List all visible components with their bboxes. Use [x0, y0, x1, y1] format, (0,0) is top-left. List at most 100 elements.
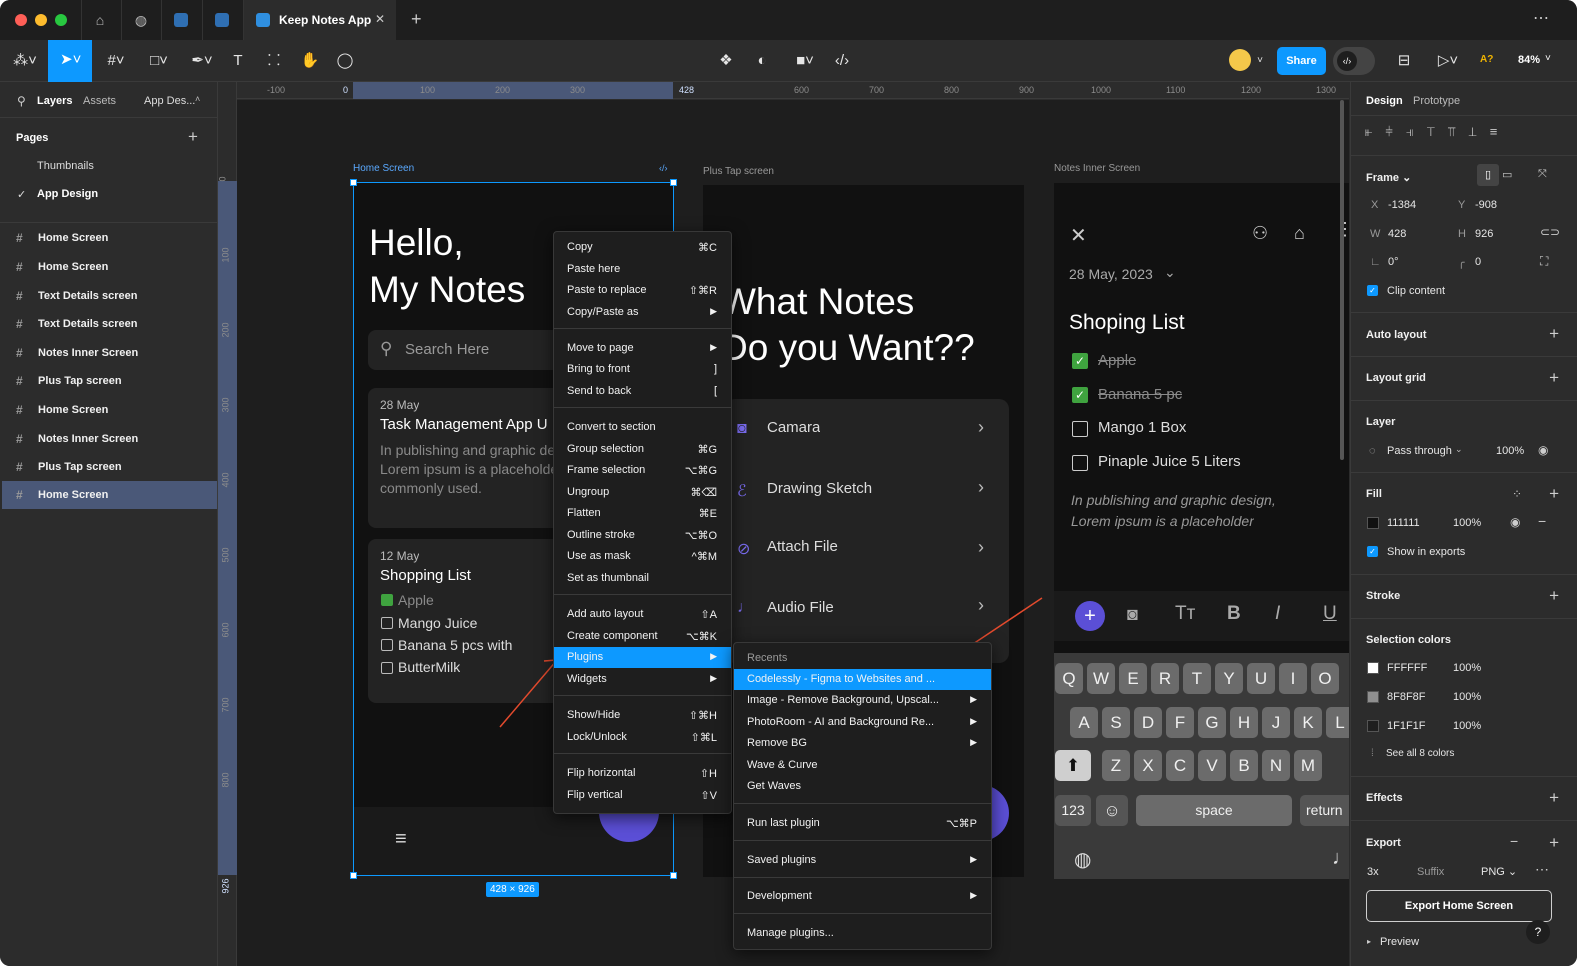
layer-opacity[interactable]: 100% [1496, 445, 1524, 457]
home-icon[interactable]: ⌂ [92, 12, 108, 28]
radius-field[interactable]: 0 [1475, 256, 1481, 268]
help-icon[interactable]: ? [1526, 920, 1550, 944]
plugin-item-photoroom[interactable]: PhotoRoom - AI and Background Re... ▶ [734, 712, 991, 733]
boolean-icon[interactable]: ■˅ [790, 50, 820, 72]
dev-mode-toggle[interactable]: ‹/› [1333, 47, 1375, 75]
eye-icon[interactable]: ◉ [1538, 443, 1548, 457]
menu-item-frame-selection[interactable]: Frame selection ⌥⌘G [554, 460, 731, 481]
frame-tool-icon[interactable]: #˅ [102, 50, 130, 72]
layer-item[interactable]: # Notes Inner Screen [2, 339, 217, 367]
landscape-icon[interactable]: ▭ [1502, 168, 1512, 181]
comment-tool-icon[interactable]: ◯ [335, 50, 355, 72]
color-hex[interactable]: FFFFFF [1387, 662, 1427, 674]
layer-item[interactable]: # Text Details screen [2, 310, 217, 338]
add-layout-grid-icon[interactable]: + [1549, 369, 1559, 386]
resources-icon[interactable]: ⸬ [264, 50, 284, 72]
color-opacity[interactable]: 100% [1453, 662, 1481, 674]
plugin-item-saved[interactable]: Saved plugins ▶ [734, 850, 991, 871]
plugin-item-image-remove-bg[interactable]: Image - Remove Background, Upscal... ▶ [734, 690, 991, 711]
globe-icon[interactable]: ◍ [133, 12, 149, 28]
maximize-window-button[interactable] [55, 14, 67, 26]
remove-fill-icon[interactable]: − [1538, 513, 1546, 529]
styles-icon[interactable]: ⁘ [1512, 487, 1522, 501]
plugin-item-wave-curve[interactable]: Wave & Curve [734, 755, 991, 776]
layer-item[interactable]: # Text Details screen [2, 282, 217, 310]
menu-item-copy-paste-as[interactable]: Copy/Paste as ▶ [554, 302, 731, 323]
menu-item-flip-horizontal[interactable]: Flip horizontal ⇧H [554, 763, 731, 784]
close-tab-icon[interactable]: ✕ [375, 12, 385, 26]
tab-assets[interactable]: Assets [83, 95, 116, 107]
menu-item-add-auto-layout[interactable]: Add auto layout ⇧A [554, 604, 731, 625]
chevron-down-icon[interactable]: ˅ [1545, 53, 1551, 64]
share-button[interactable]: Share [1277, 47, 1326, 75]
plugin-item-run-last[interactable]: Run last plugin ⌥⌘P [734, 813, 991, 834]
menu-item-show-hide[interactable]: Show/Hide ⇧⌘H [554, 705, 731, 726]
x-field[interactable]: -1384 [1388, 199, 1416, 211]
color-swatch[interactable] [1367, 662, 1379, 674]
eye-icon[interactable]: ◉ [1510, 515, 1520, 529]
page-item-app-design[interactable]: App Design [37, 188, 98, 200]
y-field[interactable]: -908 [1475, 199, 1497, 211]
chevron-up-icon[interactable]: ˄ [195, 94, 200, 104]
chevron-right-icon[interactable]: ▸ [1367, 937, 1371, 946]
menu-item-paste-here[interactable]: Paste here [554, 259, 731, 280]
plugin-item-manage[interactable]: Manage plugins... [734, 923, 991, 944]
file-tab-icon[interactable] [215, 13, 229, 27]
export-button[interactable]: Export Home Screen [1366, 890, 1552, 922]
constrain-proportions-icon[interactable]: ⊂⊃ [1540, 225, 1560, 239]
menu-item-flip-vertical[interactable]: Flip vertical ⇧V [554, 785, 731, 806]
layer-item[interactable]: # Home Screen [2, 396, 217, 424]
export-format-select[interactable]: PNG ⌄ [1481, 865, 1517, 878]
chevron-down-icon[interactable]: ˅ [1254, 50, 1266, 72]
tab-prototype[interactable]: Prototype [1413, 95, 1460, 107]
color-opacity[interactable]: 100% [1453, 691, 1481, 703]
dev-mode-icon[interactable]: ‹/› [831, 50, 853, 72]
new-tab-button[interactable]: + [411, 9, 422, 30]
menu-item-flatten[interactable]: Flatten ⌘E [554, 503, 731, 524]
shape-tool-icon[interactable]: □˅ [144, 50, 174, 72]
search-icon[interactable]: ⚲ [17, 94, 26, 108]
fill-swatch[interactable] [1367, 517, 1379, 529]
menu-item-create-component[interactable]: Create component ⌥⌘K [554, 626, 731, 647]
menu-item-group-selection[interactable]: Group selection ⌘G [554, 439, 731, 460]
color-hex[interactable]: 8F8F8F [1387, 691, 1426, 703]
present-icon[interactable]: ▷˅ [1434, 50, 1462, 72]
layer-item[interactable]: # Plus Tap screen [2, 453, 217, 481]
menu-item-move-to-page[interactable]: Move to page ▶ [554, 338, 731, 359]
layer-item[interactable]: # Home Screen [2, 224, 217, 252]
clip-content-checkbox[interactable]: ✓ [1367, 285, 1378, 296]
plugin-item-get-waves[interactable]: Get Waves [734, 776, 991, 797]
layer-item[interactable]: # Notes Inner Screen [2, 425, 217, 453]
file-tab-icon[interactable] [174, 13, 188, 27]
color-swatch[interactable] [1367, 691, 1379, 703]
layer-item[interactable]: # Home Screen [2, 253, 217, 281]
main-menu-icon[interactable]: ⁂˅ [12, 50, 38, 72]
preview-toggle[interactable]: Preview [1380, 936, 1419, 948]
export-scale[interactable]: 3x [1367, 866, 1379, 878]
menu-item-lock-unlock[interactable]: Lock/Unlock ⇧⌘L [554, 727, 731, 748]
frame-section-title[interactable]: Frame ⌄ [1366, 171, 1411, 184]
close-window-button[interactable] [15, 14, 27, 26]
add-effect-icon[interactable]: + [1549, 789, 1559, 806]
layer-item-selected[interactable]: # Home Screen [2, 481, 217, 509]
color-hex[interactable]: 1F1F1F [1387, 720, 1426, 732]
fill-hex[interactable]: 111111 [1387, 517, 1420, 529]
plugin-item-development[interactable]: Development ▶ [734, 886, 991, 907]
tab-keep-notes-app[interactable]: Keep Notes App ✕ [244, 0, 396, 40]
add-page-icon[interactable]: + [188, 127, 198, 147]
remove-export-icon[interactable]: − [1510, 833, 1518, 849]
rotation-field[interactable]: 0° [1388, 256, 1399, 268]
blend-mode-select[interactable]: Pass through [1387, 445, 1452, 457]
page-item-thumbnails[interactable]: Thumbnails [37, 160, 94, 172]
height-field[interactable]: 926 [1475, 228, 1493, 240]
menu-item-use-as-mask[interactable]: Use as mask ^⌘M [554, 546, 731, 567]
align-icons[interactable]: ⫦⫩⫣⊤⫪⊥≡ [1365, 124, 1510, 140]
zoom-level[interactable]: 84% [1518, 54, 1540, 66]
menu-item-bring-to-front[interactable]: Bring to front] [554, 359, 731, 380]
component-icon[interactable]: ❖ [716, 50, 736, 72]
export-suffix-input[interactable]: Suffix [1417, 866, 1444, 878]
width-field[interactable]: 428 [1388, 228, 1406, 240]
layer-item[interactable]: # Plus Tap screen [2, 367, 217, 395]
fill-opacity[interactable]: 100% [1453, 517, 1481, 529]
independent-corners-icon[interactable]: ⛶ [1540, 254, 1548, 269]
